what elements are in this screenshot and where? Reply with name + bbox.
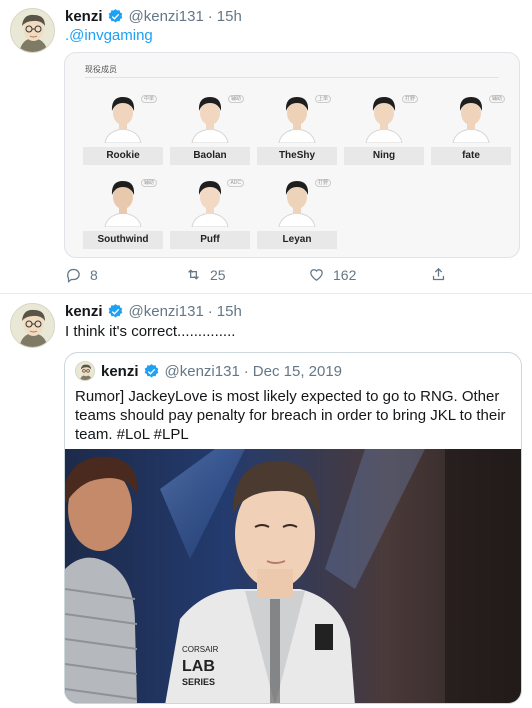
verified-badge-icon bbox=[108, 304, 122, 318]
tweet-text: .@invgaming bbox=[65, 27, 153, 44]
avatar[interactable] bbox=[10, 8, 55, 53]
player-role-badge: 上单 bbox=[314, 95, 331, 103]
retweet-count: 25 bbox=[210, 266, 226, 283]
quoted-author-name: kenzi bbox=[101, 362, 139, 380]
player-role-badge: 打野 bbox=[314, 179, 331, 187]
player-photo bbox=[365, 97, 403, 143]
player-name: Southwind bbox=[83, 231, 163, 249]
avatar-cartoon-image bbox=[76, 362, 94, 380]
tweet-actions: 8 25 162 bbox=[65, 266, 485, 286]
player-photo bbox=[278, 181, 316, 227]
player-role-badge: 辅助 bbox=[140, 179, 157, 187]
like-button[interactable]: 162 bbox=[308, 266, 356, 283]
player-photo bbox=[191, 181, 229, 227]
quoted-author-handle: @kenzi131 bbox=[164, 362, 240, 380]
player-photo bbox=[191, 97, 229, 143]
tweet[interactable]: kenzi @kenzi131 · 15h .@invgaming 现役成员 中… bbox=[0, 0, 532, 294]
player-card: 辅助 Southwind bbox=[83, 175, 163, 249]
esports-players-photo: CORSAIR LAB SERIES bbox=[65, 449, 521, 703]
jersey-text-line1: CORSAIR bbox=[182, 645, 219, 654]
retweet-icon bbox=[188, 269, 199, 280]
player-card: ADC Puff bbox=[170, 175, 250, 249]
reply-button[interactable]: 8 bbox=[65, 266, 98, 283]
player-name: Ning bbox=[344, 147, 424, 165]
player-role-badge: 辅助 bbox=[227, 95, 244, 103]
jersey-logo: CORSAIR LAB SERIES bbox=[182, 645, 219, 687]
author-handle[interactable]: @kenzi131 bbox=[129, 303, 204, 320]
player-name: Puff bbox=[170, 231, 250, 249]
share-button[interactable] bbox=[430, 266, 455, 283]
roster-title: 现役成员 bbox=[85, 65, 117, 74]
avatar[interactable] bbox=[10, 303, 55, 348]
tweet-timestamp[interactable]: 15h bbox=[217, 303, 242, 320]
heart-icon bbox=[310, 269, 323, 281]
author-name[interactable]: kenzi bbox=[65, 303, 103, 320]
player-role-badge: 中单 bbox=[140, 95, 157, 103]
divider bbox=[85, 77, 499, 78]
reply-count: 8 bbox=[90, 266, 98, 283]
verified-badge-icon bbox=[108, 9, 122, 23]
player-card: 辅助 Baolan bbox=[170, 91, 250, 165]
jersey-text-line2: LAB bbox=[182, 658, 215, 675]
tweet-header: kenzi @kenzi131 · 15h bbox=[65, 303, 242, 320]
player-name: Baolan bbox=[170, 147, 250, 165]
player-role-badge: ADC bbox=[227, 179, 244, 187]
reply-icon bbox=[67, 268, 80, 283]
quoted-tweet-text: Rumor] JackeyLove is most likely expecte… bbox=[75, 388, 506, 443]
player-card: 上单 TheShy bbox=[257, 91, 337, 165]
player-role-badge: 打野 bbox=[401, 95, 418, 103]
retweet-button[interactable]: 25 bbox=[185, 266, 226, 283]
tweet[interactable]: kenzi @kenzi131 · 15h I think it's corre… bbox=[0, 294, 532, 708]
like-count: 162 bbox=[333, 266, 357, 283]
player-name: fate bbox=[431, 147, 511, 165]
player-photo bbox=[278, 97, 316, 143]
player-card: 辅助 fate bbox=[431, 91, 511, 165]
player-card: 打野 Ning bbox=[344, 91, 424, 165]
author-handle[interactable]: @kenzi131 bbox=[129, 8, 204, 25]
quoted-avatar bbox=[75, 361, 95, 381]
share-icon bbox=[432, 267, 445, 281]
avatar-cartoon-image bbox=[11, 9, 54, 52]
separator-dot: · bbox=[243, 362, 249, 380]
jersey-text-line3: SERIES bbox=[182, 677, 215, 687]
roster-image[interactable]: 现役成员 中单 Rookie 辅助 Baolan 上单 TheShy 打野 Ning 辅助 fat… bbox=[64, 52, 520, 258]
quoted-tweet-photo[interactable]: CORSAIR LAB SERIES bbox=[65, 449, 521, 703]
player-role-badge: 辅助 bbox=[488, 95, 505, 103]
player-photo bbox=[452, 97, 490, 143]
player-name: Rookie bbox=[83, 147, 163, 165]
player-photo bbox=[104, 181, 142, 227]
player-card: 中单 Rookie bbox=[83, 91, 163, 165]
verified-badge-icon bbox=[144, 363, 158, 377]
separator-dot: · bbox=[207, 8, 213, 25]
quoted-tweet[interactable]: kenzi @kenzi131 · Dec 15, 2019 Rumor] Ja… bbox=[64, 352, 522, 704]
player-card: 打野 Leyan bbox=[257, 175, 337, 249]
quoted-tweet-header: kenzi @kenzi131 · Dec 15, 2019 bbox=[75, 361, 342, 381]
player-photo bbox=[104, 97, 142, 143]
player-name: TheShy bbox=[257, 147, 337, 165]
avatar-cartoon-image bbox=[11, 304, 54, 347]
tweet-timestamp[interactable]: 15h bbox=[217, 8, 242, 25]
mention-link[interactable]: @invgaming bbox=[69, 27, 153, 44]
quoted-date: Dec 15, 2019 bbox=[252, 362, 343, 380]
tweet-header: kenzi @kenzi131 · 15h bbox=[65, 8, 242, 25]
separator-dot: · bbox=[207, 303, 213, 320]
tweet-text: I think it's correct.............. bbox=[65, 323, 236, 340]
player-name: Leyan bbox=[257, 231, 337, 249]
author-name[interactable]: kenzi bbox=[65, 8, 103, 25]
